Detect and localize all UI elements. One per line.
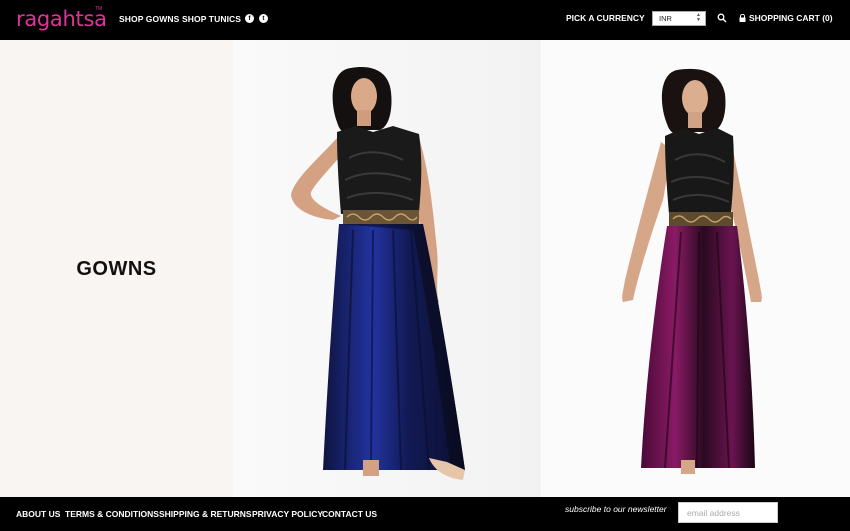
currency-value: INR (659, 14, 672, 23)
newsletter-email-input[interactable] (678, 502, 778, 523)
cart-label: SHOPPING CART (0) (749, 13, 833, 23)
footer-link-about-us[interactable]: ABOUT US (16, 509, 60, 519)
select-arrows-icon: ▲ ▼ (696, 12, 701, 23)
currency-label: PICK A CURRENCY (566, 13, 645, 23)
shopping-cart-link[interactable]: SHOPPING CART (0) (739, 13, 833, 23)
search-icon[interactable] (717, 13, 727, 23)
footer-link-privacy[interactable]: PRIVACY POLICY (252, 509, 323, 519)
newsletter-label: subscribe to our newsletter (565, 504, 667, 514)
logo-trademark: TM (95, 6, 103, 12)
footer-link-contact[interactable]: CONTACT US (322, 509, 377, 519)
footer-link-terms[interactable]: TERMS & CONDITIONS (65, 509, 159, 519)
logo[interactable]: ragahtsa (16, 7, 107, 31)
site-header: ragahtsa TM SHOP GOWNS SHOP TUNICS f t P… (0, 0, 850, 40)
lock-icon (739, 14, 746, 22)
nav-shop-tunics[interactable]: SHOP TUNICS (182, 14, 241, 24)
site-footer: ABOUT US TERMS & CONDITIONS SHIPPING & R… (0, 497, 850, 531)
nav-shop-gowns[interactable]: SHOP GOWNS (119, 14, 179, 24)
product-image-gown-blue[interactable] (233, 40, 541, 497)
twitter-icon[interactable]: t (259, 14, 268, 23)
product-image-gown-magenta[interactable] (541, 40, 850, 497)
footer-link-shipping[interactable]: SHIPPING & RETURNS (159, 509, 252, 519)
currency-select[interactable]: INR ▲ ▼ (652, 11, 706, 26)
facebook-icon[interactable]: f (245, 14, 254, 23)
page-title: GOWNS (76, 258, 157, 280)
